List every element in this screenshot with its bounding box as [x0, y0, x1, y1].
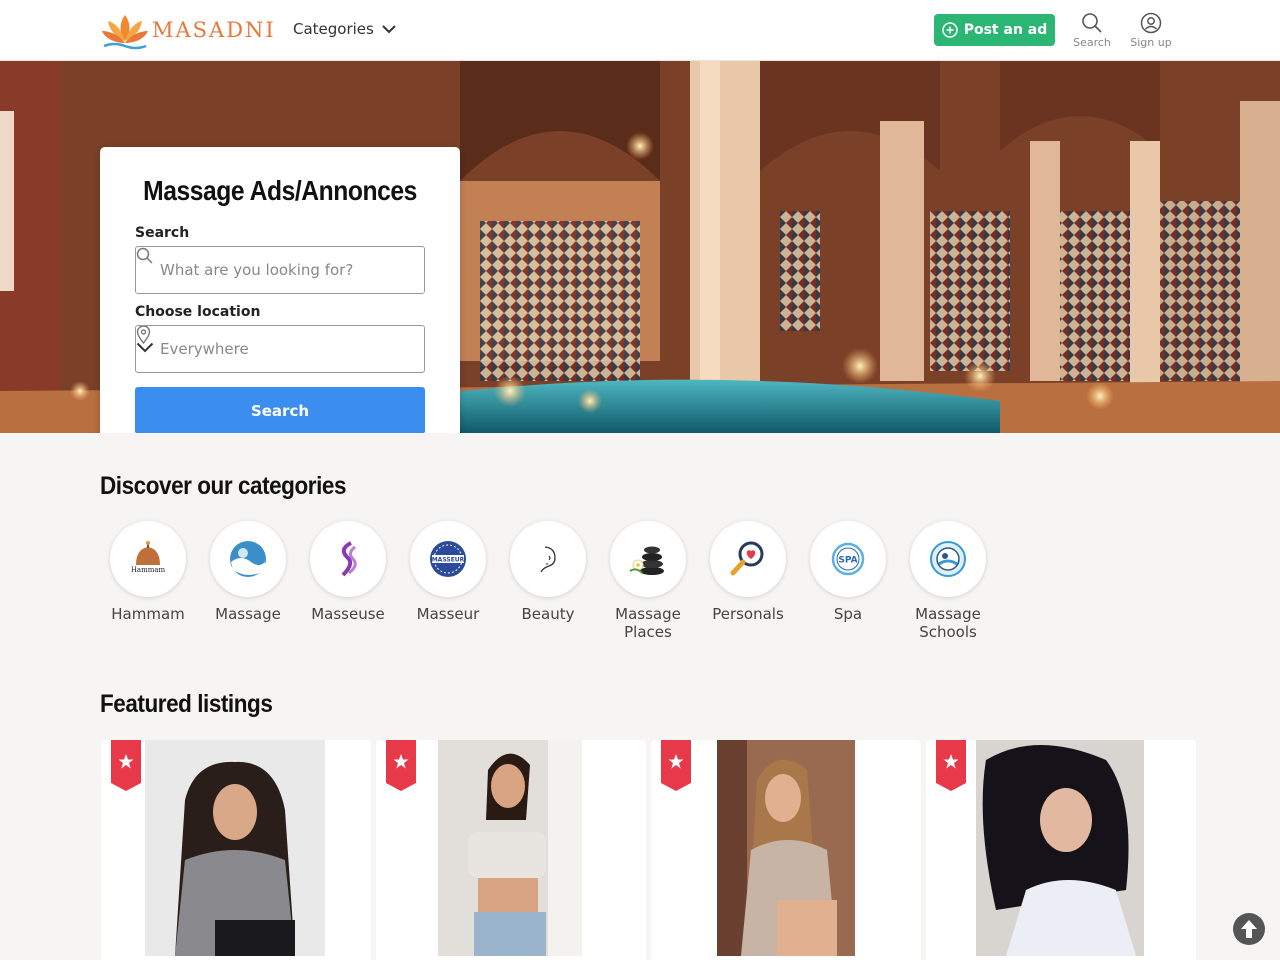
featured-star-icon	[111, 740, 141, 791]
category-masseuse[interactable]: Masseuse	[298, 521, 398, 641]
featured-section-title: Featured listings	[100, 690, 273, 718]
category-label: Masseuse	[311, 605, 385, 623]
category-icon-circle: MASSEUR	[410, 521, 486, 597]
category-label: Beauty	[521, 605, 575, 623]
masseur-icon-text: MASSEUR	[432, 557, 465, 564]
masseuse-icon	[341, 541, 357, 577]
listing-photo	[145, 740, 325, 956]
personals-icon	[730, 541, 764, 576]
spa-icon: SPA	[831, 542, 865, 576]
featured-listings	[101, 740, 1196, 960]
beauty-icon	[540, 546, 556, 573]
chevron-down-icon	[136, 342, 154, 353]
category-list: Hammam Hammam Massage Masseuse MASSEUR M…	[98, 521, 998, 641]
category-label: Hammam	[111, 605, 185, 623]
listing-card[interactable]	[926, 740, 1196, 960]
spa-icon-text: SPA	[838, 556, 857, 566]
category-icon-circle: Hammam	[110, 521, 186, 597]
featured-star-icon	[936, 740, 966, 791]
search-input[interactable]: What are you looking for?	[135, 246, 425, 294]
category-icon-circle	[910, 521, 986, 597]
hammam-icon: Hammam	[131, 541, 166, 574]
top-header: MASADNI Categories Post an ad Search Sig…	[0, 0, 1280, 61]
logo-text: MASADNI	[152, 18, 276, 42]
category-massage-schools[interactable]: Massage Schools	[898, 521, 998, 641]
massage-icon	[230, 541, 266, 577]
user-circle-icon	[1140, 12, 1162, 34]
plus-circle-icon	[941, 22, 958, 38]
category-label: Massage	[215, 605, 281, 623]
signup-button[interactable]: Sign up	[1126, 12, 1176, 49]
location-select[interactable]: Everywhere	[135, 325, 425, 373]
search-button[interactable]: Search	[135, 387, 425, 433]
lotus-logo-icon	[102, 15, 148, 50]
featured-star-icon	[661, 740, 691, 791]
post-ad-button[interactable]: Post an ad	[934, 14, 1055, 46]
listing-card[interactable]	[101, 740, 371, 960]
header-search-button[interactable]: Search	[1067, 12, 1117, 49]
category-massage[interactable]: Massage	[198, 521, 298, 641]
category-label: Masseur	[416, 605, 480, 623]
categories-section-title: Discover our categories	[100, 472, 347, 500]
hero-title: Massage Ads/Annonces	[143, 175, 417, 206]
category-hammam[interactable]: Hammam Hammam	[98, 521, 198, 641]
location-value: Everywhere	[160, 340, 249, 358]
category-label: Personals	[712, 605, 784, 623]
listing-photo	[438, 740, 582, 956]
category-icon-circle	[210, 521, 286, 597]
category-masseur[interactable]: MASSEUR Masseur	[398, 521, 498, 641]
header-search-label: Search	[1073, 36, 1111, 49]
category-spa[interactable]: SPA Spa	[798, 521, 898, 641]
category-beauty[interactable]: Beauty	[498, 521, 598, 641]
site-logo[interactable]: MASADNI	[100, 9, 276, 51]
categories-label: Categories	[293, 20, 374, 38]
category-massage-places[interactable]: Massage Places	[598, 521, 698, 641]
category-label: Spa	[833, 605, 863, 623]
category-icon-circle	[610, 521, 686, 597]
search-placeholder: What are you looking for?	[160, 261, 354, 279]
listing-card[interactable]	[651, 740, 921, 960]
category-label: Massage Places	[615, 605, 681, 641]
categories-dropdown[interactable]: Categories	[293, 20, 396, 38]
category-personals[interactable]: Personals	[698, 521, 798, 641]
signup-label: Sign up	[1130, 36, 1172, 49]
listing-photo	[976, 740, 1144, 956]
hammam-icon-text: Hammam	[131, 566, 166, 574]
search-card: Massage Ads/Annonces Search What are you…	[100, 147, 460, 433]
featured-star-icon	[386, 740, 416, 791]
massage-places-icon	[629, 546, 664, 575]
search-field-label: Search	[135, 225, 190, 241]
listing-card[interactable]	[376, 740, 646, 960]
massage-schools-icon	[930, 541, 966, 577]
category-icon-circle: SPA	[810, 521, 886, 597]
arrow-up-icon	[1241, 920, 1257, 938]
search-icon	[136, 247, 153, 264]
category-label: Massage Schools	[915, 605, 981, 641]
category-icon-circle	[710, 521, 786, 597]
scroll-to-top-button[interactable]	[1233, 913, 1265, 945]
listing-photo	[717, 740, 855, 956]
hero-banner: Massage Ads/Annonces Search What are you…	[0, 61, 1280, 433]
category-icon-circle	[510, 521, 586, 597]
masseur-icon: MASSEUR	[430, 541, 466, 577]
search-icon	[1082, 13, 1102, 33]
category-icon-circle	[310, 521, 386, 597]
chevron-down-icon	[382, 24, 396, 33]
post-ad-label: Post an ad	[963, 22, 1048, 38]
location-field-label: Choose location	[135, 304, 261, 320]
